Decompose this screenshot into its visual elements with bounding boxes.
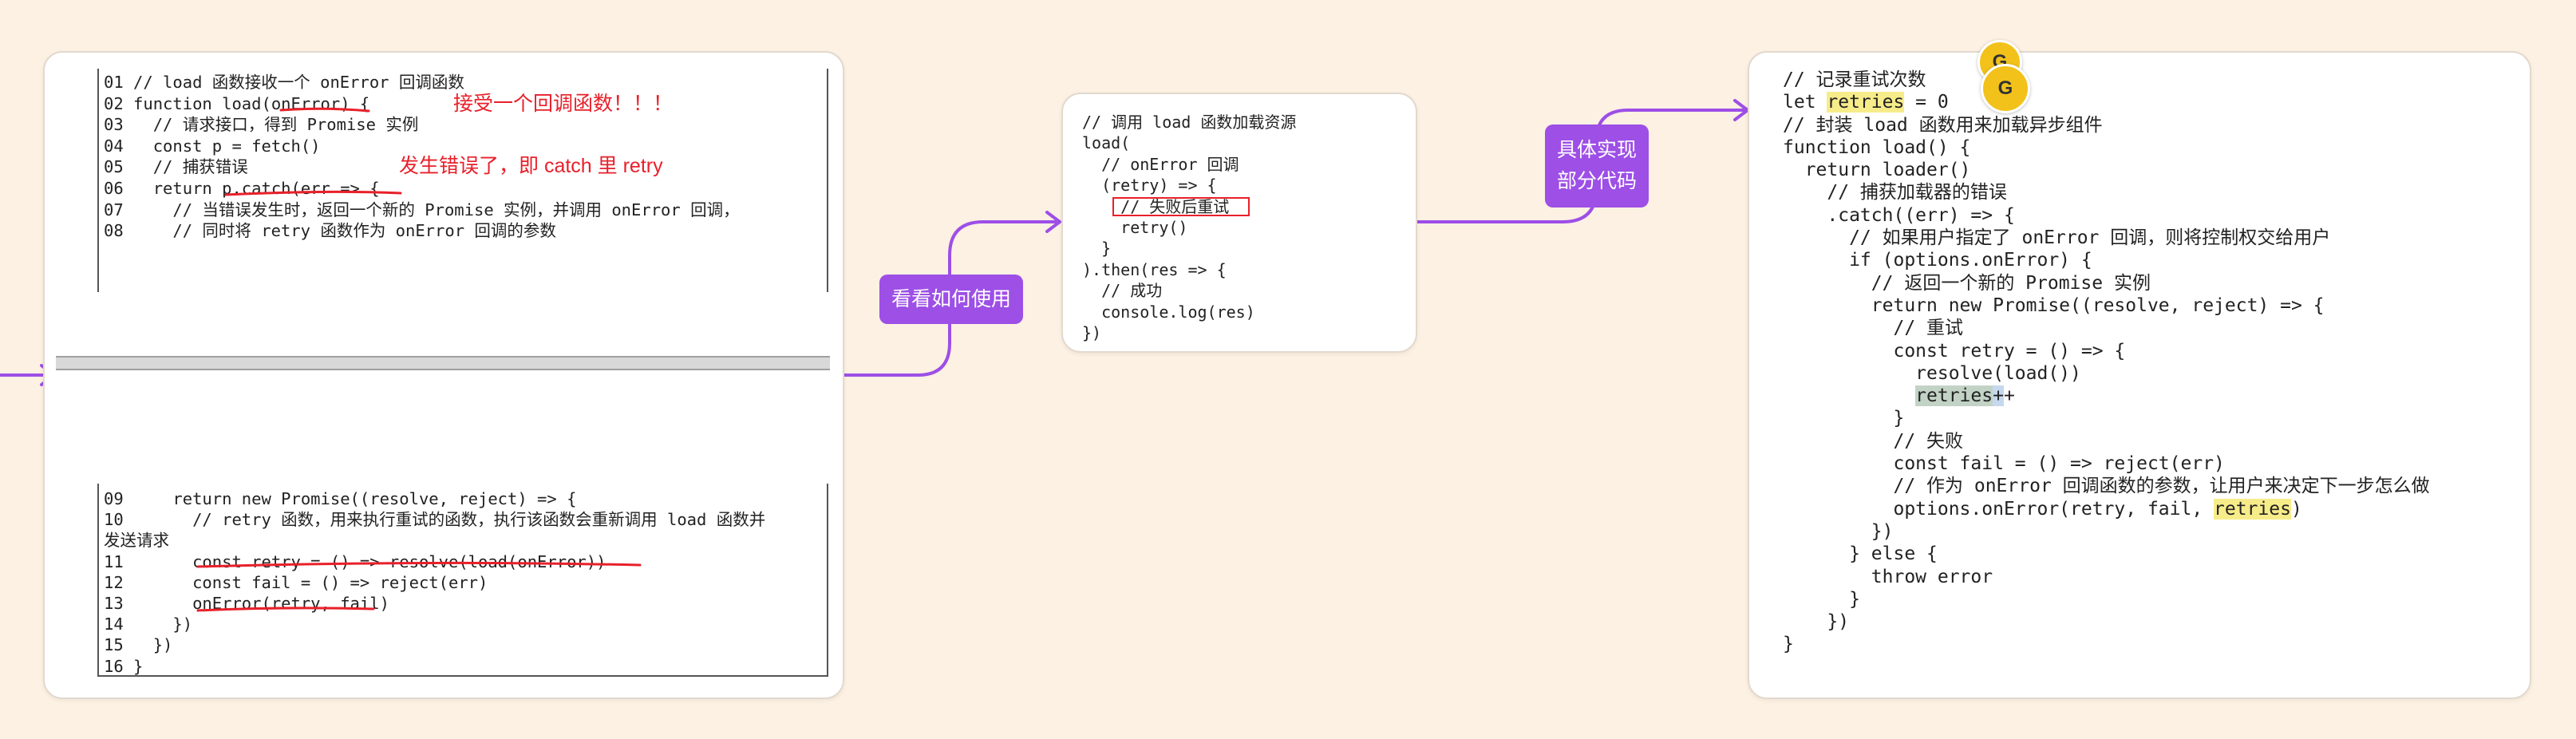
code-line: function load() {: [1783, 136, 1971, 158]
code-line: resolve(load()): [1783, 362, 2081, 384]
code-line: }: [1082, 239, 1112, 259]
code-line: // 重试: [1783, 318, 1964, 339]
code-line: 发送请求: [104, 531, 169, 551]
code-line: const retry = () => {: [1783, 340, 2126, 362]
code-line: let retries = 0: [1783, 91, 2430, 113]
code-line: // 成功: [1082, 281, 1163, 301]
code-line: retries++: [1783, 385, 2430, 407]
code-divider: [56, 356, 830, 370]
code-line: (retry) => {: [1082, 176, 1217, 196]
code-line: // 捕获加载器的错误: [1783, 182, 2007, 204]
code-line: 11 const retry = () => resolve(load(onEr…: [104, 551, 606, 571]
arrow-head-card2: [1045, 211, 1061, 233]
code-line: load(: [1082, 133, 1131, 153]
code-token: = 0: [1904, 92, 1949, 113]
highlight-box: [1112, 196, 1250, 216]
code-line: retry(): [1082, 218, 1188, 238]
code-line: if (options.onError) {: [1783, 250, 2092, 271]
annotation-callback: 接受一个回调函数！！！: [453, 93, 674, 115]
code-line: // 失败: [1783, 430, 1964, 452]
code-line: 14 }): [104, 615, 193, 634]
code-group-b: } // 失败 const fail = () => reject(err) /…: [1783, 407, 2430, 497]
code-line: // 如果用户指定了 onError 回调，则将控制权交给用户: [1783, 227, 2331, 249]
code-line: return new Promise((resolve, reject) => …: [1783, 294, 2325, 316]
code-token: +: [2003, 385, 2015, 407]
code-line: 15 }): [104, 635, 173, 655]
code-line: } else {: [1783, 543, 1938, 565]
label-implementation-line1: 具体实现: [1556, 139, 1637, 162]
code-line: }: [1783, 588, 1860, 610]
highlight-retries: retries: [1827, 92, 1905, 113]
card-load-usage: // 调用 load 函数加载资源 load( // onError 回调 (re…: [1061, 93, 1417, 353]
code-token: options.onError(retry, fail,: [1783, 498, 2214, 520]
code-token: ): [2290, 498, 2302, 520]
code-line: // 封装 load 函数用来加载异步组件: [1783, 114, 2103, 136]
code-line: throw error: [1783, 566, 1993, 587]
label-implementation: 具体实现 部分代码: [1545, 124, 1649, 207]
avatar-initial: G: [1997, 77, 2013, 99]
code-lines-bottom: 09 return new Promise((resolve, reject) …: [99, 484, 827, 677]
code-line: 12 const fail = () => reject(err): [104, 572, 488, 592]
code-line: // 记录重试次数: [1783, 69, 1926, 90]
code-line: 09 return new Promise((resolve, reject) …: [104, 489, 577, 508]
code-block-bottom: 09 return new Promise((resolve, reject) …: [97, 484, 828, 677]
code-lines-implementation: // 记录重试次数 let retries = 0 // 封装 load 函数用…: [1783, 69, 2430, 656]
annotation-catch-retry: 发生错误了，即 catch 里 retry: [399, 155, 663, 177]
code-line: 08 // 同时将 retry 函数作为 onError 回调的参数: [104, 221, 556, 241]
code-line: ).then(res => {: [1082, 259, 1227, 279]
card-load-function: 01 // load 函数接收一个 onError 回调函数 02 functio…: [43, 51, 844, 699]
code-line: 06 return p.catch(err => {: [104, 178, 380, 198]
code-line: options.onError(retry, fail, retries): [1783, 498, 2430, 520]
code-token: +: [1993, 385, 2004, 407]
arrow-head-card3: [1733, 99, 1749, 121]
avatar-front[interactable]: G: [1981, 64, 2030, 113]
label-implementation-line2: 部分代码: [1556, 170, 1637, 192]
code-line: }: [1783, 634, 1794, 655]
code-line: 16 }: [104, 656, 144, 676]
highlight-retries-increment: retries: [1915, 385, 1993, 407]
code-line: 10 // retry 函数，用来执行重试的函数，执行该函数会重新调用 load…: [104, 510, 766, 530]
code-line: // onError 回调: [1082, 154, 1239, 174]
code-line: return loader(): [1783, 160, 1971, 181]
code-lines-usage: // 调用 load 函数加载资源 load( // onError 回调 (re…: [1082, 112, 1296, 343]
code-line: }): [1082, 323, 1102, 343]
boxed-code-line: // 失败后重试: [1082, 196, 1296, 217]
code-line: 13 onError(retry, fail): [104, 594, 389, 614]
highlight-retries-arg: retries: [2214, 498, 2291, 520]
code-line: .catch((err) => {: [1783, 204, 2015, 226]
code-line: // 调用 load 函数加载资源: [1082, 113, 1297, 132]
code-line: console.log(res): [1082, 302, 1255, 322]
code-line: 03 // 请求接口，得到 Promise 实例: [104, 115, 419, 135]
code-line: }: [1783, 408, 1905, 429]
code-group-c: }) } else { throw error } })}: [1783, 520, 2430, 656]
code-line: }): [1783, 611, 1850, 633]
card-implementation: // 记录重试次数 let retries = 0 // 封装 load 函数用…: [1748, 51, 2531, 699]
code-line: // 返回一个新的 Promise 实例: [1783, 272, 2151, 294]
code-token: let: [1783, 92, 1827, 113]
label-how-to-use: 看看如何使用: [879, 275, 1023, 324]
code-line: }): [1783, 520, 1894, 542]
code-line: 07 // 当错误发生时，返回一个新的 Promise 实例，并调用 onErr…: [104, 200, 740, 219]
code-line: const fail = () => reject(err): [1783, 453, 2225, 475]
code-line: // 作为 onError 回调函数的参数，让用户来决定下一步怎么做: [1783, 476, 2430, 497]
code-group-a: // 封装 load 函数用来加载异步组件 function load() { r…: [1783, 114, 2430, 385]
